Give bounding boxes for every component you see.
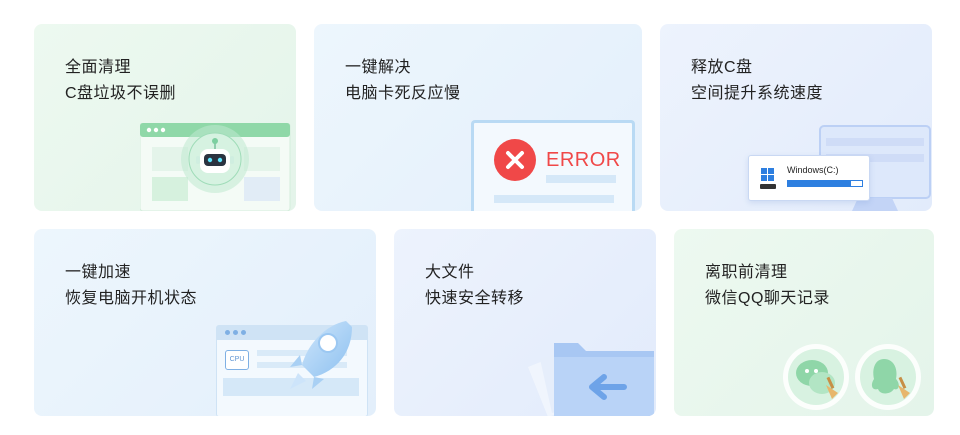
drive-panel: Windows(C:) <box>748 155 870 201</box>
card-title: 大文件 <box>425 264 475 281</box>
card-text: 一键加速 恢复电脑开机状态 <box>65 260 197 312</box>
card-free-c-drive[interactable]: 释放C盘 空间提升系统速度 Windows(C:) <box>660 24 932 211</box>
card-title: 一键加速 <box>65 264 132 281</box>
placeholder-line <box>494 195 614 203</box>
drive-usage-fill <box>788 181 851 186</box>
drive-icon <box>760 184 776 189</box>
placeholder-line <box>546 175 616 183</box>
card-fix-lag[interactable]: 一键解决 电脑卡死反应慢 ERROR <box>314 24 642 211</box>
card-chat-clean[interactable]: 离职前清理 微信QQ聊天记录 <box>674 229 934 416</box>
error-label: ERROR <box>546 149 621 171</box>
qq-clean-icon <box>854 343 924 413</box>
cpu-icon: CPU <box>225 350 249 370</box>
wechat-clean-icon <box>782 343 852 413</box>
drive-label: Windows(C:) <box>787 165 839 175</box>
card-subtitle: 微信QQ聊天记录 <box>705 290 830 307</box>
card-subtitle: 电脑卡死反应慢 <box>345 85 461 102</box>
card-subtitle: 恢复电脑开机状态 <box>65 290 198 307</box>
robot-clean-illustration <box>140 123 296 211</box>
card-subtitle: 快速安全转移 <box>425 290 525 307</box>
drive-usage-bar <box>787 180 863 187</box>
error-window-illustration: ERROR <box>471 120 635 211</box>
card-text: 全面清理 C盘垃圾不误删 <box>65 55 176 107</box>
card-full-clean[interactable]: 全面清理 C盘垃圾不误删 <box>34 24 296 211</box>
card-title: 离职前清理 <box>705 264 788 281</box>
error-icon <box>494 139 536 181</box>
card-title: 释放C盘 <box>691 59 753 76</box>
card-subtitle: C盘垃圾不误删 <box>65 85 177 102</box>
rocket-icon <box>286 317 356 393</box>
card-text: 离职前清理 微信QQ聊天记录 <box>705 260 830 312</box>
windows-icon <box>761 168 775 182</box>
card-subtitle: 空间提升系统速度 <box>691 85 824 102</box>
card-big-file[interactable]: 大文件 快速安全转移 <box>394 229 656 416</box>
folder-transfer-icon <box>518 337 656 416</box>
card-title: 全面清理 <box>65 59 132 76</box>
card-text: 大文件 快速安全转移 <box>425 260 524 312</box>
card-speed-up[interactable]: 一键加速 恢复电脑开机状态 CPU <box>34 229 376 416</box>
card-text: 一键解决 电脑卡死反应慢 <box>345 55 461 107</box>
card-text: 释放C盘 空间提升系统速度 <box>691 55 823 107</box>
card-title: 一键解决 <box>345 59 412 76</box>
